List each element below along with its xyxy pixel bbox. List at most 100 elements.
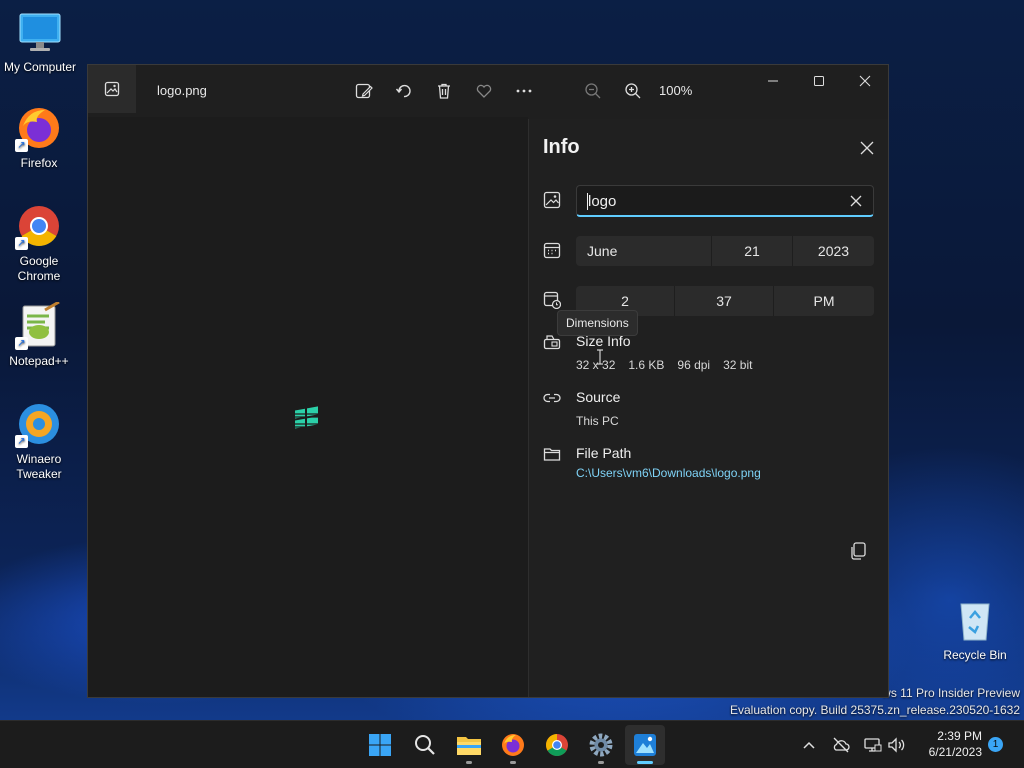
desktop-icon-notepad-plus-plus[interactable]: ↗ Notepad++ (0, 300, 79, 369)
image-file-icon (104, 81, 120, 97)
date-picker[interactable]: June 21 2023 (576, 236, 874, 266)
time-period[interactable]: PM (774, 286, 874, 316)
displayed-image-windows-logo (295, 406, 318, 429)
file-path-label: File Path (576, 445, 632, 461)
notification-count: 1 (992, 739, 999, 750)
chrome-icon: ↗ (15, 202, 63, 250)
clock-date: 6/21/2023 (928, 745, 982, 759)
delete-icon (438, 83, 450, 99)
close-window-button[interactable] (847, 65, 883, 97)
start-button[interactable] (360, 725, 400, 765)
info-panel: Info logo June 21 2023 2 37 PM Dimension… (528, 119, 888, 697)
desktop-icon-recycle-bin[interactable]: Recycle Bin (935, 596, 1015, 663)
image-viewer[interactable] (88, 117, 528, 697)
maximize-button[interactable] (801, 65, 837, 97)
zoom-out-button[interactable] (575, 75, 611, 107)
zoom-out-icon (585, 83, 601, 99)
desktop-icon-label: Firefox (20, 156, 58, 170)
minimize-icon (768, 80, 778, 82)
photos-icon (634, 734, 656, 756)
taskbar-search-button[interactable] (405, 725, 445, 765)
date-day[interactable]: 21 (712, 236, 793, 266)
settings-icon (589, 733, 613, 757)
chrome-icon (546, 734, 568, 756)
desktop-icon-google-chrome[interactable]: ↗ Google Chrome (0, 202, 79, 284)
close-icon (859, 75, 871, 87)
taskbar-file-explorer[interactable] (449, 725, 489, 765)
desktop-icon-label: My Computer (3, 60, 77, 74)
watermark-line-2: Evaluation copy. Build 25375.zn_release.… (730, 703, 1020, 717)
more-options-button[interactable] (506, 75, 542, 107)
taskbar-settings[interactable] (581, 725, 621, 765)
show-hidden-icons-chevron-up-icon[interactable] (799, 735, 819, 755)
shortcut-arrow-icon: ↗ (15, 139, 28, 152)
edit-image-icon (355, 83, 373, 99)
desktop-icon-label: Winaero Tweaker (16, 452, 62, 481)
favorite-button[interactable] (466, 75, 502, 107)
image-icon-tab[interactable] (88, 65, 136, 113)
desktop-icon-label: Recycle Bin (943, 648, 1007, 662)
taskbar-clock[interactable]: 2:39 PM 6/21/2023 (916, 728, 982, 760)
file-path-link[interactable]: C:\Users\vm6\Downloads\logo.png (576, 466, 761, 480)
copy-icon (851, 542, 866, 560)
source-label: Source (576, 389, 621, 405)
mouse-cursor-icon (597, 349, 603, 365)
running-indicator (466, 761, 472, 764)
maximize-icon (814, 76, 824, 86)
date-month[interactable]: June (576, 236, 712, 266)
desktop-icon-my-computer[interactable]: My Computer (0, 8, 80, 75)
minimize-button[interactable] (755, 65, 791, 97)
bit-depth: 32 bit (723, 358, 753, 372)
image-icon (543, 191, 561, 209)
notification-badge[interactable]: 1 (988, 737, 1003, 752)
clear-input-icon[interactable] (850, 195, 862, 207)
delete-button[interactable] (426, 75, 462, 107)
onedrive-offline-icon[interactable] (831, 735, 851, 755)
active-indicator (637, 761, 653, 764)
source-value: This PC (576, 414, 619, 428)
close-info-panel-button[interactable] (856, 137, 878, 159)
desktop-icon-firefox[interactable]: ↗ Firefox (0, 104, 79, 171)
name-input-value: logo (587, 193, 617, 210)
zoom-level[interactable]: 100% (659, 83, 692, 98)
time-minute[interactable]: 37 (675, 286, 774, 316)
network-icon[interactable] (862, 735, 882, 755)
desktop-icon-label: Notepad++ (9, 354, 69, 368)
rotate-button[interactable] (386, 75, 422, 107)
volume-icon[interactable] (886, 735, 906, 755)
shortcut-arrow-icon: ↗ (15, 237, 28, 250)
zoom-in-button[interactable] (615, 75, 651, 107)
photos-app-window: logo.png 100% Info logo June 21 2023 2 3… (87, 64, 889, 698)
taskbar-photos[interactable] (625, 725, 665, 765)
taskbar: 2:39 PM 6/21/2023 1 (0, 720, 1024, 768)
start-icon (369, 734, 391, 756)
firefox-icon: ↗ (15, 104, 63, 152)
more-options-icon (516, 89, 532, 93)
search-icon (415, 735, 435, 755)
notepad-plus-plus-icon: ↗ (15, 300, 63, 350)
shortcut-arrow-icon: ↗ (15, 435, 28, 448)
desktop-icon-winaero-tweaker[interactable]: ↗ Winaero Tweaker (0, 400, 79, 482)
running-indicator (510, 761, 516, 764)
file-size: 1.6 KB (628, 358, 665, 372)
winaero-tweaker-icon: ↗ (15, 400, 63, 448)
monitor-icon (16, 8, 64, 56)
name-input[interactable]: logo (576, 185, 874, 217)
desktop-icon-label: Google Chrome (17, 254, 61, 283)
shortcut-arrow-icon: ↗ (15, 337, 28, 350)
taskbar-firefox[interactable] (493, 725, 533, 765)
date-year[interactable]: 2023 (793, 236, 874, 266)
recycle-bin-icon (951, 596, 999, 644)
title-bar: logo.png 100% (88, 65, 888, 117)
file-name: logo.png (157, 83, 207, 98)
copy-file-path-button[interactable] (846, 539, 870, 563)
taskbar-chrome[interactable] (537, 725, 577, 765)
file-explorer-icon (457, 737, 481, 755)
running-indicator (598, 761, 604, 764)
calendar-icon (543, 242, 561, 259)
size-info-label: Size Info (576, 333, 631, 349)
zoom-in-icon (625, 83, 641, 99)
image-dpi: 96 dpi (677, 358, 711, 372)
edit-image-button[interactable] (346, 75, 382, 107)
favorite-heart-icon (476, 84, 492, 98)
